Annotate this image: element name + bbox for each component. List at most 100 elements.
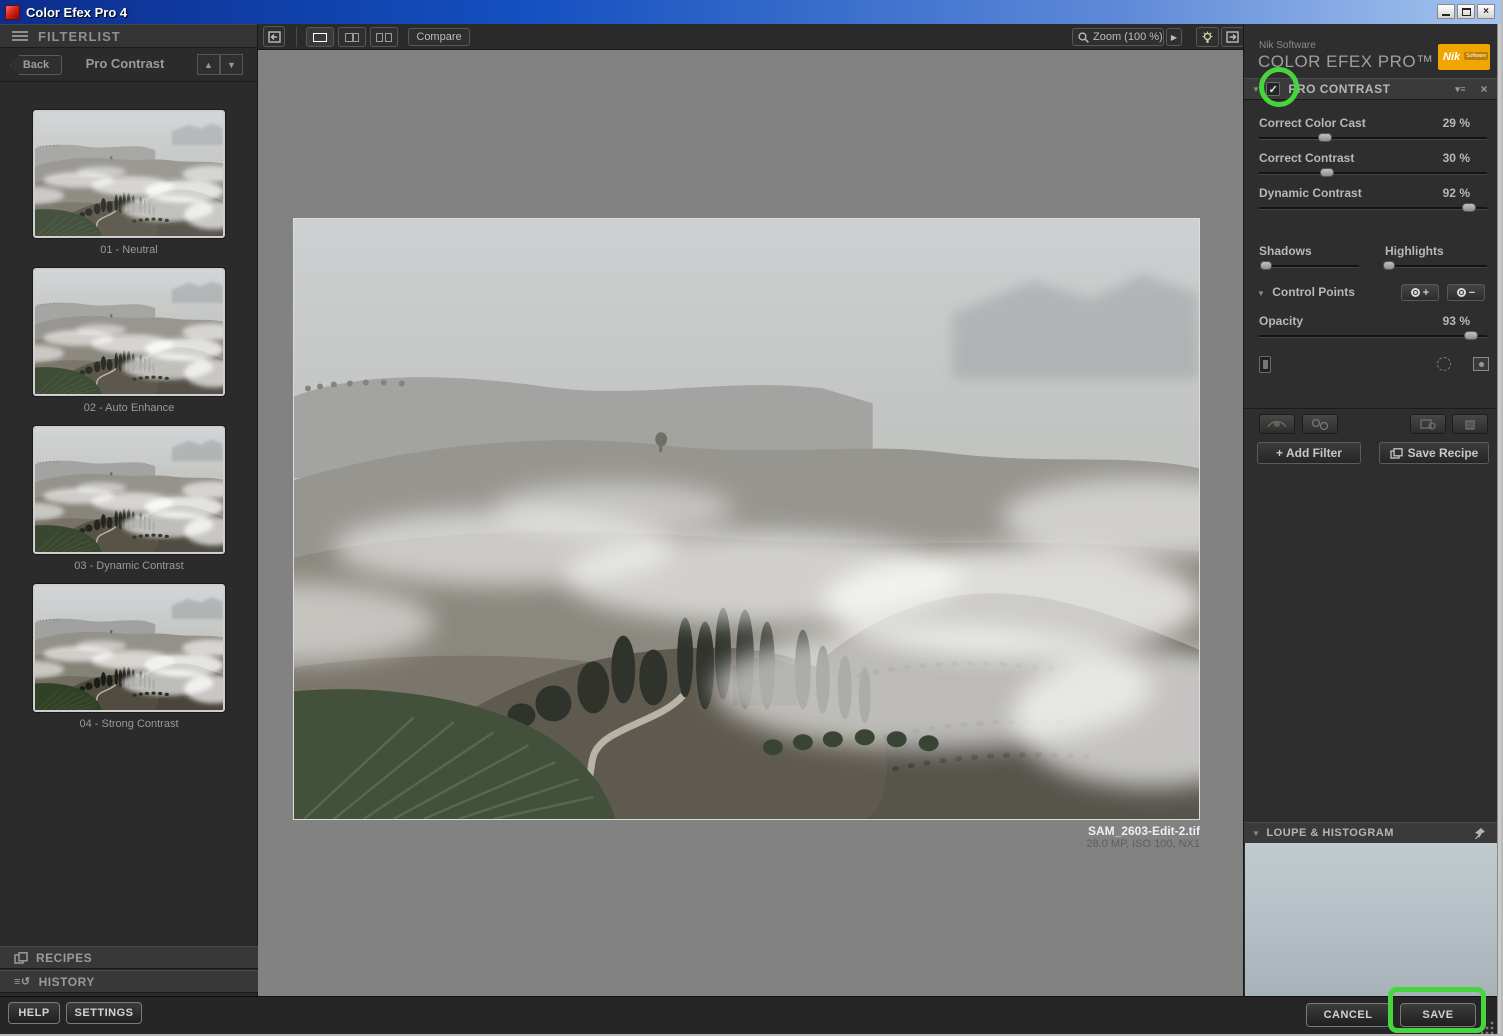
trash-icon bbox=[1453, 415, 1487, 433]
slider-thumb[interactable] bbox=[1318, 133, 1332, 142]
zoom-level-label: Zoom (100 %) bbox=[1093, 31, 1163, 43]
menu-icon bbox=[12, 29, 28, 43]
app-icon bbox=[5, 5, 20, 20]
window-frame-edge bbox=[1497, 24, 1503, 1036]
minimize-button[interactable] bbox=[1437, 4, 1455, 19]
image-canvas[interactable]: SAM_2603-Edit-2.tif 28.0 MP, ISO 100, NX… bbox=[258, 50, 1243, 996]
show-panel-button[interactable] bbox=[1221, 27, 1244, 47]
save-recipe-icon bbox=[1390, 448, 1403, 459]
delete-filter-button[interactable] bbox=[1452, 414, 1488, 434]
control-points-triangle-icon[interactable]: ▼ bbox=[1257, 289, 1265, 298]
preset-thumbnail-neutral[interactable] bbox=[33, 110, 225, 238]
slider-track[interactable] bbox=[1259, 137, 1487, 140]
magnifier-icon bbox=[1078, 32, 1089, 43]
preset-label: 01 - Neutral bbox=[0, 244, 258, 256]
effect-mask-icon[interactable] bbox=[1473, 357, 1489, 371]
recipes-bar[interactable]: RECIPES bbox=[0, 946, 258, 969]
hide-panel-button[interactable] bbox=[263, 26, 285, 47]
photo-preview[interactable] bbox=[293, 218, 1200, 820]
zoom-dropdown-button[interactable]: ▶ bbox=[1166, 28, 1182, 46]
slider-label: Dynamic Contrast bbox=[1259, 186, 1362, 200]
recipes-label: RECIPES bbox=[36, 951, 92, 965]
history-label: HISTORY bbox=[39, 975, 95, 989]
app-window: Color Efex Pro 4 × FILTERLIST Back Pro C… bbox=[0, 0, 1503, 1036]
opacity-track[interactable] bbox=[1259, 335, 1487, 338]
control-points-row[interactable]: ▼ Control Points bbox=[1257, 285, 1355, 299]
window-title: Color Efex Pro 4 bbox=[26, 5, 127, 20]
highlights-label: Highlights bbox=[1385, 244, 1444, 258]
image-fileinfo: 28.0 MP, ISO 100, NX1 bbox=[293, 838, 1200, 850]
copy-icon bbox=[1411, 415, 1445, 433]
help-button[interactable]: HELP bbox=[8, 1002, 60, 1024]
slider-thumb[interactable] bbox=[1462, 203, 1476, 212]
history-icon: ≡↺ bbox=[14, 975, 31, 988]
side-by-side-view-button[interactable] bbox=[370, 27, 398, 47]
slider-value: 92 % bbox=[1434, 186, 1470, 200]
loupe-preview[interactable] bbox=[1245, 843, 1497, 996]
control-point-icon bbox=[1411, 288, 1420, 297]
filter-header-label: PRO CONTRAST bbox=[1288, 82, 1390, 96]
mask-preview-icon[interactable] bbox=[1437, 357, 1451, 371]
add-filter-button[interactable]: + Add Filter bbox=[1257, 442, 1361, 464]
pin-icon[interactable] bbox=[1474, 827, 1486, 840]
loupe-triangle-icon[interactable]: ▼ bbox=[1252, 829, 1260, 838]
preset-thumbnail-strong-contrast[interactable] bbox=[33, 584, 225, 712]
shadows-label: Shadows bbox=[1259, 244, 1312, 258]
prev-filter-button[interactable]: ▲ bbox=[197, 54, 220, 75]
side-by-side-icon bbox=[376, 33, 392, 42]
slider-value: 29 % bbox=[1434, 116, 1470, 130]
mask-button[interactable] bbox=[1302, 414, 1338, 434]
slider-value: 30 % bbox=[1434, 151, 1470, 165]
filter-menu-icon[interactable]: ▾≡ bbox=[1455, 84, 1466, 95]
split-view-button[interactable] bbox=[338, 27, 366, 47]
title-bar: Color Efex Pro 4 × bbox=[0, 0, 1501, 24]
shadows-track[interactable] bbox=[1259, 265, 1359, 268]
back-button[interactable]: Back bbox=[10, 55, 62, 75]
nik-logo: Nik Software bbox=[1438, 44, 1490, 70]
mask-icon bbox=[1303, 415, 1337, 433]
zoom-control[interactable]: Zoom (100 %) bbox=[1072, 28, 1164, 46]
add-control-point-button[interactable]: + bbox=[1401, 284, 1439, 301]
current-filter-title: Pro Contrast bbox=[60, 56, 190, 71]
single-view-button[interactable] bbox=[306, 27, 334, 47]
opacity-thumb[interactable] bbox=[1464, 331, 1478, 340]
next-filter-button[interactable]: ▼ bbox=[220, 54, 243, 75]
history-bar[interactable]: ≡↺ HISTORY bbox=[0, 970, 258, 993]
lightbulb-button[interactable] bbox=[1196, 27, 1219, 47]
shadows-thumb[interactable] bbox=[1260, 261, 1272, 270]
slider-track[interactable] bbox=[1259, 207, 1487, 210]
remove-filter-icon[interactable]: × bbox=[1480, 82, 1488, 96]
compare-button[interactable]: Compare bbox=[408, 28, 470, 46]
copy-filter-button[interactable] bbox=[1410, 414, 1446, 434]
landscape-photo bbox=[294, 219, 1199, 819]
image-filename: SAM_2603-Edit-2.tif bbox=[293, 824, 1200, 838]
brush-button[interactable] bbox=[1259, 414, 1295, 434]
cancel-button[interactable]: CANCEL bbox=[1306, 1003, 1390, 1027]
highlights-thumb[interactable] bbox=[1383, 261, 1395, 270]
slider-thumb[interactable] bbox=[1320, 168, 1334, 177]
maximize-button[interactable] bbox=[1457, 4, 1475, 19]
preset-thumbnail-dynamic-contrast[interactable] bbox=[33, 426, 225, 554]
save-recipe-button[interactable]: Save Recipe bbox=[1379, 442, 1489, 464]
canvas-toolbar: Compare Zoom (100 %) ▶ bbox=[258, 24, 1243, 50]
loupe-histogram-header[interactable]: ▼ LOUPE & HISTOGRAM bbox=[1244, 822, 1498, 844]
panel-arrow-right-icon bbox=[1226, 31, 1239, 43]
remove-control-point-button[interactable]: − bbox=[1447, 284, 1485, 301]
settings-button[interactable]: SETTINGS bbox=[66, 1002, 142, 1024]
single-view-icon bbox=[313, 33, 327, 42]
slider-label: Correct Contrast bbox=[1259, 151, 1354, 165]
bottom-bar: HELP SETTINGS CANCEL SAVE bbox=[0, 996, 1497, 1036]
effect-toggle-icon[interactable] bbox=[1259, 356, 1271, 373]
slider-track[interactable] bbox=[1259, 172, 1487, 175]
close-button[interactable]: × bbox=[1477, 4, 1495, 19]
image-caption: SAM_2603-Edit-2.tif 28.0 MP, ISO 100, NX… bbox=[293, 824, 1200, 850]
preset-thumbnail-auto-enhance[interactable] bbox=[33, 268, 225, 396]
highlights-track[interactable] bbox=[1385, 265, 1487, 268]
preset-label: 04 - Strong Contrast bbox=[0, 718, 258, 730]
lightbulb-icon bbox=[1201, 31, 1214, 44]
filterlist-header[interactable]: FILTERLIST bbox=[0, 24, 257, 48]
panel-arrow-icon bbox=[268, 31, 281, 43]
preset-label: 02 - Auto Enhance bbox=[0, 402, 258, 414]
opacity-label: Opacity bbox=[1259, 314, 1303, 328]
annotation-rect-save bbox=[1388, 987, 1486, 1033]
